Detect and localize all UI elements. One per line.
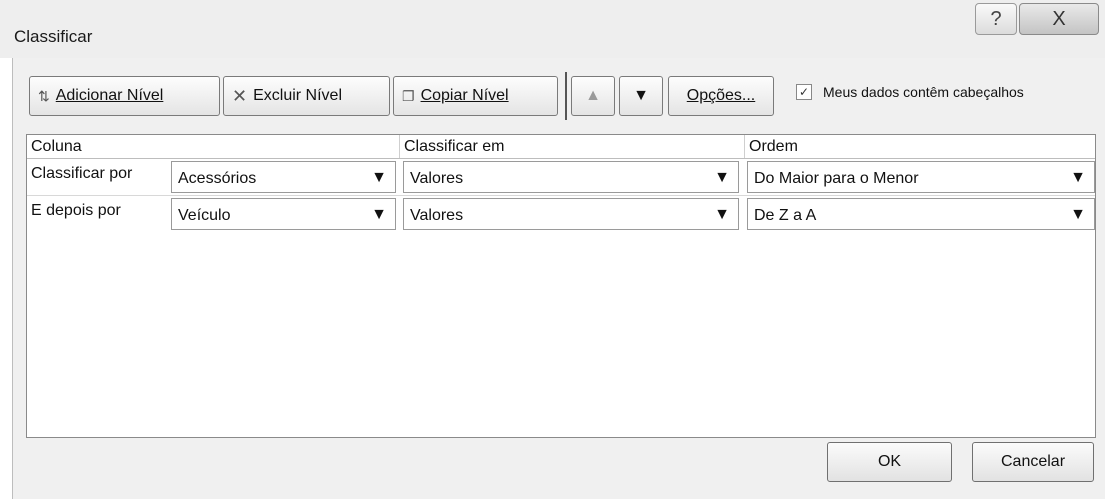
row-divider xyxy=(27,195,1095,196)
sort-on-dropdown[interactable]: Valores ▼ xyxy=(403,161,739,193)
sort-on-dropdown[interactable]: Valores ▼ xyxy=(403,198,739,230)
move-up-icon: ▲ xyxy=(585,87,601,104)
ok-button[interactable]: OK xyxy=(827,442,952,482)
add-level-label: Adicionar Nível xyxy=(55,87,164,104)
column-header-ordem: Ordem xyxy=(749,138,798,155)
dropdown-arrow-icon[interactable]: ▼ xyxy=(367,204,391,226)
add-level-icon: ⇅ xyxy=(38,87,50,104)
delete-level-button[interactable]: ✕ Excluir Nível xyxy=(223,76,390,116)
column-dropdown[interactable]: Veículo ▼ xyxy=(171,198,396,230)
add-level-button[interactable]: ⇅ Adicionar Nível xyxy=(29,76,220,116)
cancel-label: Cancelar xyxy=(1000,453,1066,470)
dropdown-arrow-icon[interactable]: ▼ xyxy=(1066,204,1090,226)
row-label: E depois por xyxy=(31,202,121,219)
order-dropdown[interactable]: De Z a A ▼ xyxy=(747,198,1095,230)
move-down-button[interactable]: ▼ xyxy=(619,76,663,116)
row-label: Classificar por xyxy=(31,165,133,182)
column-value: Acessórios xyxy=(178,170,257,187)
delete-level-label: Excluir Nível xyxy=(253,87,342,104)
dropdown-arrow-icon[interactable]: ▼ xyxy=(710,167,734,189)
copy-level-label: Copiar Nível xyxy=(420,87,509,104)
order-dropdown[interactable]: Do Maior para o Menor ▼ xyxy=(747,161,1095,193)
dropdown-arrow-icon[interactable]: ▼ xyxy=(367,167,391,189)
help-icon: ? xyxy=(990,7,1002,30)
copy-level-button[interactable]: ❐ Copiar Nível xyxy=(393,76,558,116)
has-headers-checkbox[interactable]: ✓ xyxy=(796,84,812,100)
ok-label: OK xyxy=(877,453,902,470)
title-bar: Classificar ? X xyxy=(0,0,1105,58)
close-button[interactable]: X xyxy=(1019,3,1099,35)
sort-on-value: Valores xyxy=(410,207,464,224)
close-icon: X xyxy=(1052,7,1066,30)
move-down-icon: ▼ xyxy=(633,87,649,104)
sort-on-value: Valores xyxy=(410,170,464,187)
dropdown-arrow-icon[interactable]: ▼ xyxy=(1066,167,1090,189)
column-header-coluna: Coluna xyxy=(27,135,400,158)
column-value: Veículo xyxy=(178,207,231,224)
delete-level-icon: ✕ xyxy=(232,85,248,106)
has-headers-label: Meus dados contêm cabeçalhos xyxy=(823,84,1024,100)
order-value: Do Maior para o Menor xyxy=(754,170,919,187)
header-divider xyxy=(27,158,1095,159)
cancel-button[interactable]: Cancelar xyxy=(972,442,1094,482)
dropdown-arrow-icon[interactable]: ▼ xyxy=(710,204,734,226)
dialog-body: ⇅ Adicionar Nível ✕ Excluir Nível ❐ Copi… xyxy=(12,58,1105,499)
sort-levels-grid: Coluna Classificar em Ordem Classificar … xyxy=(26,134,1096,438)
options-button[interactable]: Opções... xyxy=(668,76,774,116)
order-value: De Z a A xyxy=(754,207,817,224)
toolbar-separator xyxy=(565,72,567,120)
column-header-classificar-em: Classificar em xyxy=(400,135,745,158)
column-dropdown[interactable]: Acessórios ▼ xyxy=(171,161,396,193)
move-up-button[interactable]: ▲ xyxy=(571,76,615,116)
window-title: Classificar xyxy=(14,27,93,46)
help-button[interactable]: ? xyxy=(975,3,1017,35)
options-label: Opções... xyxy=(686,87,756,104)
checkmark-icon: ✓ xyxy=(798,85,810,99)
copy-icon: ❐ xyxy=(402,87,415,104)
